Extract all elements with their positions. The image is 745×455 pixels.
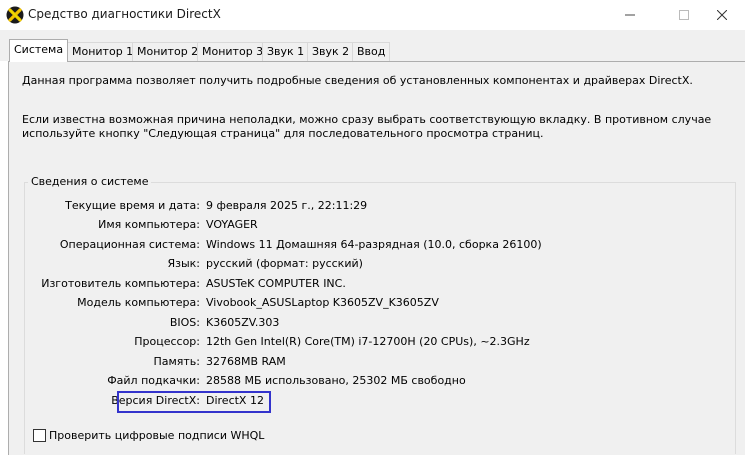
info-value: русский (формат: русский): [206, 257, 363, 270]
title-bar: Средство диагностики DirectX: [0, 0, 745, 30]
tab-system[interactable]: Система: [9, 39, 69, 62]
tab-monitor-2[interactable]: Монитор 2: [132, 42, 204, 61]
intro-text: Данная программа позволяет получить подр…: [22, 74, 693, 87]
info-row-directx-version: Версия DirectX: DirectX 12: [0, 394, 745, 410]
info-value: 28588 МБ использовано, 25302 МБ свободно: [206, 374, 466, 387]
info-row-bios: BIOS: K3605ZV.303: [0, 316, 745, 332]
minimize-icon: [625, 14, 635, 16]
info-row-pagefile: Файл подкачки: 28588 МБ использовано, 25…: [0, 374, 745, 390]
whql-checkbox-label: Проверить цифровые подписи WHQL: [49, 429, 265, 442]
info-label: Язык:: [167, 257, 200, 270]
info-label: Операционная система:: [59, 238, 200, 251]
directx-app-icon: [6, 6, 24, 24]
info-row-os: Операционная система: Windows 11 Домашня…: [0, 238, 745, 254]
whql-checkbox[interactable]: [33, 429, 46, 442]
info-row-processor: Процессор: 12th Gen Intel(R) Core(TM) i7…: [0, 335, 745, 351]
info-row-manufacturer: Изготовитель компьютера: ASUSTeK COMPUTE…: [0, 277, 745, 293]
info-label: BIOS:: [169, 316, 200, 329]
close-icon: [717, 10, 727, 20]
info-value: ASUSTeK COMPUTER INC.: [206, 277, 346, 290]
info-label: Текущие время и дата:: [65, 199, 200, 212]
tab-sound-1[interactable]: Звук 1: [262, 42, 310, 61]
info-label: Процессор:: [134, 335, 200, 348]
close-button[interactable]: [699, 0, 745, 30]
info-row-model: Модель компьютера: Vivobook_ASUSLaptop K…: [0, 296, 745, 312]
note-text: Если известна возможная причина неполадк…: [22, 113, 712, 140]
info-label: Память:: [153, 355, 200, 368]
info-label: Изготовитель компьютера:: [41, 277, 200, 290]
info-row-memory: Память: 32768MB RAM: [0, 355, 745, 371]
info-value: 12th Gen Intel(R) Core(TM) i7-12700H (20…: [206, 335, 530, 348]
tab-input[interactable]: Ввод: [352, 42, 391, 61]
tab-monitor-1[interactable]: Монитор 1: [67, 42, 139, 61]
info-value: K3605ZV.303: [206, 316, 280, 329]
system-info-group-title: Сведения о системе: [28, 175, 152, 188]
tab-sound-2[interactable]: Звук 2: [307, 42, 355, 61]
maximize-icon: [679, 10, 689, 20]
window-title: Средство диагностики DirectX: [28, 7, 221, 21]
info-label: Имя компьютера:: [98, 218, 200, 231]
info-value: Windows 11 Домашняя 64-разрядная (10.0, …: [206, 238, 542, 251]
info-row-language: Язык: русский (формат: русский): [0, 257, 745, 273]
info-label: Файл подкачки:: [107, 374, 200, 387]
info-value: VOYAGER: [206, 218, 258, 231]
info-value: Vivobook_ASUSLaptop K3605ZV_K3605ZV: [206, 296, 439, 309]
tab-strip: Система Монитор 1 Монитор 2 Монитор 3 Зв…: [0, 30, 745, 62]
minimize-button[interactable]: [607, 0, 653, 30]
whql-check-option[interactable]: Проверить цифровые подписи WHQL: [33, 429, 264, 442]
info-row-datetime: Текущие время и дата: 9 февраля 2025 г.,…: [0, 199, 745, 215]
info-row-computer-name: Имя компьютера: VOYAGER: [0, 218, 745, 234]
info-value: 9 февраля 2025 г., 22:11:29: [206, 199, 368, 212]
info-value: 32768MB RAM: [206, 355, 286, 368]
directx-version-highlight: [117, 391, 271, 413]
tab-monitor-3[interactable]: Монитор 3: [197, 42, 269, 61]
info-label: Модель компьютера:: [77, 296, 200, 309]
